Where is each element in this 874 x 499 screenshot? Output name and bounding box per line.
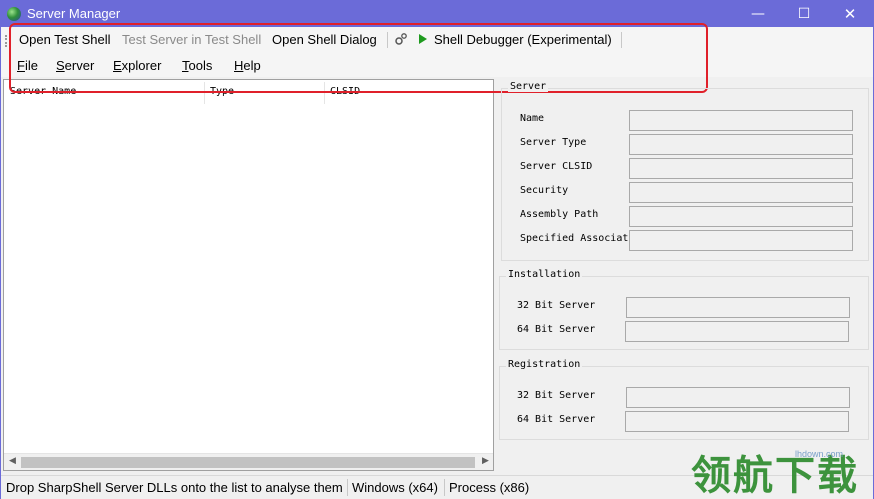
toolbar-separator [387,32,388,48]
status-hint: Drop SharpShell Server DLLs onto the lis… [6,480,343,495]
menu-server-mnemonic: S [56,58,65,73]
menu-bar: File Server Explorer Tools Help [1,53,873,77]
assembly-path-field[interactable] [629,206,853,227]
menu-file[interactable]: File [17,58,38,73]
open-shell-dialog-button[interactable]: Open Shell Dialog [272,32,377,47]
app-globe-icon [7,7,21,21]
watermark-url: lhdown.com [795,449,844,459]
status-separator [444,479,445,496]
status-process: Process (x86) [449,480,530,495]
security-label: Security [520,185,569,196]
toolbar-grip-icon[interactable] [5,35,8,47]
open-test-shell-button[interactable]: Open Test Shell [19,32,111,47]
scroll-left-icon[interactable]: ◀ [9,456,16,466]
gear-icon[interactable] [394,32,408,46]
column-divider[interactable] [324,82,325,104]
menu-explorer[interactable]: Explorer [113,58,161,73]
menu-file-mnemonic: F [17,58,25,73]
menu-explorer-mnemonic: E [113,58,122,73]
specified-association-field[interactable] [629,230,853,251]
menu-file-label: ile [24,58,38,73]
menu-help[interactable]: Help [234,58,261,73]
name-field[interactable] [629,110,853,131]
registration-32bit-label: 32 Bit Server [517,390,596,401]
window-title: Server Manager [27,6,121,21]
registration-64bit-field[interactable] [625,411,849,432]
server-list[interactable]: Server Name Type CLSID ◀ ▶ [3,79,494,471]
server-clsid-field[interactable] [629,158,853,179]
column-divider[interactable] [204,82,205,104]
column-header-clsid[interactable]: CLSID [330,86,360,97]
status-windows: Windows (x64) [352,480,438,495]
maximize-button[interactable]: ☐ [781,1,827,27]
installation-32bit-field[interactable] [626,297,850,318]
menu-help-label: elp [243,58,261,73]
installation-64bit-field[interactable] [625,321,849,342]
column-header-server-name[interactable]: Server Name [10,86,76,97]
toolbar-separator [621,32,622,48]
name-label: Name [520,113,545,124]
menu-server[interactable]: Server [56,58,94,73]
menu-tools[interactable]: Tools [182,58,212,73]
horizontal-scrollbar[interactable]: ◀ ▶ [4,453,493,470]
close-button[interactable]: ✕ [827,1,873,27]
watermark-logo: 领航下载 lhdown.com [691,443,871,499]
server-manager-window: Server Manager — ☐ ✕ Open Test Shell Tes… [0,0,874,499]
server-type-label: Server Type [520,137,587,148]
column-header-type[interactable]: Type [210,86,234,97]
assembly-path-label: Assembly Path [520,209,599,220]
registration-64bit-label: 64 Bit Server [517,414,596,425]
shell-debugger-button[interactable]: Shell Debugger (Experimental) [434,32,612,47]
menu-server-label: erver [64,58,95,73]
server-type-field[interactable] [629,134,853,155]
test-server-in-test-shell-button[interactable]: Test Server in Test Shell [122,32,261,47]
status-separator [347,479,348,496]
specified-association-label: Specified Associat [520,233,628,244]
installation-group-title: Installation [506,269,583,280]
server-group-title: Server [508,81,549,92]
installation-32bit-label: 32 Bit Server [517,300,596,311]
play-icon [419,34,427,44]
installation-64bit-label: 64 Bit Server [517,324,596,335]
registration-32bit-field[interactable] [626,387,850,408]
registration-group-title: Registration [506,359,583,370]
security-field[interactable] [629,182,853,203]
menu-help-mnemonic: H [234,58,244,73]
scroll-right-icon[interactable]: ▶ [482,456,489,466]
menu-explorer-label: xplorer [121,58,162,73]
menu-tools-label: ools [188,58,213,73]
server-clsid-label: Server CLSID [520,161,593,172]
minimize-button[interactable]: — [735,1,781,27]
scrollbar-thumb[interactable] [21,457,475,468]
title-bar[interactable]: Server Manager — ☐ ✕ [1,1,873,27]
toolbar: Open Test Shell Test Server in Test Shel… [1,27,873,53]
